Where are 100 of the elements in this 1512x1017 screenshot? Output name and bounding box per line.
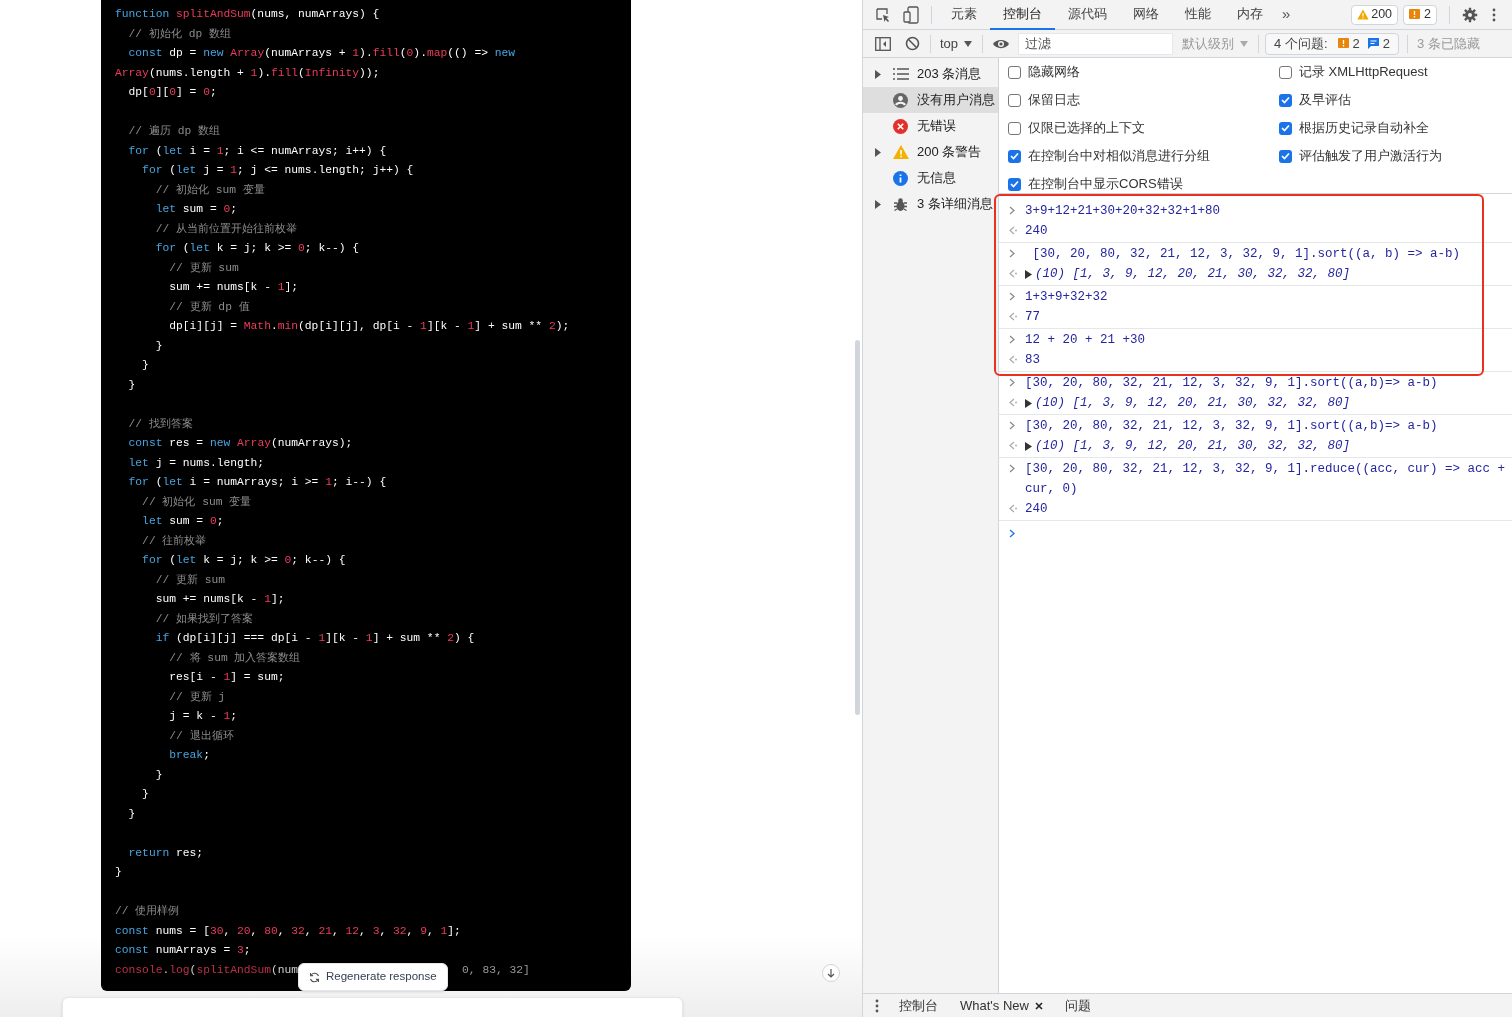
tab[interactable]: 源代码 bbox=[1055, 0, 1120, 30]
checkmark-icon bbox=[1281, 96, 1290, 104]
checkbox[interactable] bbox=[1279, 149, 1292, 163]
issues-button[interactable]: 4 个问题: 2 2 bbox=[1265, 32, 1399, 55]
console-result: 77 bbox=[1025, 309, 1040, 326]
checkbox-label: 根据历史记录自动补全 bbox=[1299, 119, 1429, 138]
sidebar-item[interactable]: 无错误 bbox=[863, 113, 998, 139]
code-line: for (let i = 1; i <= numArrays; i++) { bbox=[127, 143, 387, 159]
tab[interactable]: 网络 bbox=[1120, 0, 1172, 30]
sidebar-item[interactable]: 200 条警告 bbox=[863, 139, 998, 165]
warning-icon bbox=[1357, 9, 1370, 20]
error-icon bbox=[893, 118, 908, 134]
filter-field[interactable]: 过滤 bbox=[1018, 32, 1174, 55]
code-line: let sum = 0; bbox=[154, 202, 238, 217]
code-line: for (let j = 1; j <= nums.length; j++) { bbox=[141, 163, 414, 178]
checkbox-label: 记录 XMLHttpRequest bbox=[1299, 63, 1428, 82]
tab[interactable]: 内存 bbox=[1224, 0, 1276, 30]
warnings-badge[interactable]: 200 bbox=[1351, 4, 1399, 25]
code-line: j = k - 1; bbox=[168, 709, 238, 724]
caret-icon bbox=[964, 40, 973, 47]
regenerate-button[interactable]: Regenerate response bbox=[298, 963, 448, 991]
checkbox-label: 在控制台中显示CORS错误 bbox=[1028, 175, 1183, 193]
eye-icon[interactable] bbox=[992, 37, 1011, 50]
code-line: const res = new Array(numArrays); bbox=[127, 436, 353, 451]
input-prompt-icon bbox=[1009, 249, 1015, 258]
clear-console-icon[interactable] bbox=[905, 36, 920, 51]
code-line: for (let k = j; k >= 0; k--) { bbox=[141, 553, 346, 568]
console-prompt-icon[interactable] bbox=[1009, 529, 1015, 538]
result-arrow-icon bbox=[1009, 226, 1017, 235]
sidebar-item[interactable]: 203 条消息 bbox=[863, 61, 998, 87]
message-icon bbox=[1367, 38, 1379, 49]
sidebar-toggle-icon[interactable] bbox=[875, 36, 891, 51]
code-comment: // 初始化 sum 变量 bbox=[141, 494, 252, 510]
code-line: break; bbox=[168, 748, 210, 763]
code-line: } bbox=[141, 787, 149, 802]
code-line: } bbox=[154, 338, 163, 354]
info-icon bbox=[893, 170, 908, 186]
code-line: } bbox=[127, 377, 136, 393]
checkmark-icon bbox=[1010, 180, 1019, 188]
drawer-tab[interactable]: 控制台 bbox=[899, 995, 938, 1016]
sidebar-item[interactable]: 无信息 bbox=[863, 165, 998, 191]
warning-icon bbox=[893, 145, 909, 159]
scrollbar-thumb[interactable] bbox=[855, 340, 860, 715]
code-line: } bbox=[127, 806, 136, 822]
checkmark-icon bbox=[1010, 152, 1019, 160]
user-icon bbox=[893, 92, 908, 108]
inspect-icon[interactable] bbox=[875, 6, 891, 23]
checkbox[interactable] bbox=[1279, 93, 1292, 107]
result-arrow-icon bbox=[1009, 355, 1017, 364]
sidebar-item[interactable]: 3 条详细消息 bbox=[863, 191, 998, 217]
context-dropdown[interactable]: top bbox=[940, 33, 973, 54]
scroll-down-button[interactable] bbox=[822, 964, 840, 982]
checkmark-icon bbox=[1281, 124, 1290, 132]
code-line: for (let i = numArrays; i >= 1; i--) { bbox=[127, 475, 387, 490]
checkbox[interactable] bbox=[1008, 149, 1021, 163]
drawer-tab[interactable]: What's New bbox=[960, 995, 1029, 1016]
drawer-tab[interactable]: 问题 bbox=[1064, 995, 1091, 1016]
checkbox-label: 评估触发了用户激活行为 bbox=[1299, 147, 1442, 166]
device-toolbar-icon[interactable] bbox=[903, 5, 919, 24]
settings-icon[interactable] bbox=[1462, 6, 1478, 23]
console-result: (10) [1, 3, 9, 12, 20, 21, 30, 32, 32, 80] bbox=[1035, 395, 1351, 412]
tab[interactable]: 性能 bbox=[1172, 0, 1224, 30]
more-options-icon[interactable] bbox=[1492, 7, 1496, 22]
code-line: 0, 83, 32] bbox=[462, 962, 530, 978]
checkbox[interactable] bbox=[1008, 93, 1021, 107]
code-line: const dp = new Array(numArrays + 1).fill(0).map(() => new bbox=[127, 46, 516, 61]
result-arrow-icon bbox=[1009, 312, 1017, 321]
code-comment: // 更新 j bbox=[168, 689, 226, 705]
console-command: 1+3+9+32+32 bbox=[1025, 289, 1109, 306]
close-icon[interactable] bbox=[1034, 1001, 1043, 1010]
code-line: } bbox=[115, 865, 122, 880]
checkbox[interactable] bbox=[1279, 65, 1292, 79]
list-icon bbox=[893, 68, 909, 80]
issue-icon bbox=[1409, 9, 1421, 20]
sidebar-item[interactable]: 没有用户消息 bbox=[863, 87, 998, 113]
code-line: dp[i][j] = Math.min(dp[i][j], dp[i - 1][k - 1] + sum ** 2); bbox=[168, 319, 570, 334]
console-command: 12 + 20 + 21 +30 bbox=[1025, 332, 1147, 349]
issues-badge[interactable]: 2 bbox=[1403, 4, 1437, 25]
input-prompt-icon bbox=[1009, 206, 1015, 215]
checkbox[interactable] bbox=[1008, 65, 1021, 79]
checkbox[interactable] bbox=[1008, 121, 1021, 135]
code-line: } bbox=[141, 358, 149, 373]
checkbox[interactable] bbox=[1279, 121, 1292, 135]
console-command: [30, 20, 80, 32, 21, 12, 3, 32, 9, 1].reduce((acc, cur) => acc + cur, 0) bbox=[1025, 461, 1507, 498]
drawer-menu-icon[interactable] bbox=[875, 998, 879, 1013]
code-line: Array(nums.length + 1).fill(Infinity)); bbox=[115, 65, 380, 81]
checkbox-label: 及早评估 bbox=[1299, 91, 1351, 110]
checkbox[interactable] bbox=[1008, 177, 1021, 191]
code-line: const numArrays = 3; bbox=[115, 943, 251, 958]
more-tabs-button[interactable]: » bbox=[1276, 3, 1297, 26]
code-comment: // 遍历 dp 数组 bbox=[127, 124, 220, 139]
console-command: [30, 20, 80, 32, 21, 12, 3, 32, 9, 1].sort((a,b)=> a-b) bbox=[1025, 418, 1439, 435]
result-arrow-icon bbox=[1009, 398, 1017, 407]
code-comment: // 如果找到了答案 bbox=[154, 611, 253, 627]
code-line: let sum = 0; bbox=[141, 514, 224, 529]
result-arrow-icon bbox=[1009, 269, 1017, 278]
console-result: 83 bbox=[1025, 352, 1040, 369]
code-line: sum += nums[k - 1]; bbox=[154, 592, 285, 607]
tab[interactable]: 元素 bbox=[938, 0, 990, 30]
refresh-icon bbox=[309, 971, 320, 983]
